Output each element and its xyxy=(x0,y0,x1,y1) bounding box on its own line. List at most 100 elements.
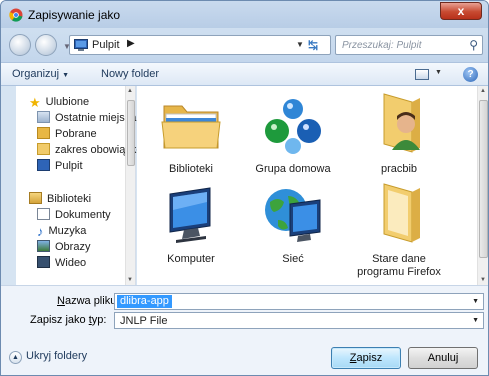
filetype-value: JNLP File xyxy=(120,315,168,327)
chevron-down-icon[interactable]: ▼ xyxy=(472,317,479,324)
sidebar-item-libraries[interactable]: Biblioteki xyxy=(29,192,91,208)
sidebar-item-label: Wideo xyxy=(55,257,87,269)
new-folder-button[interactable]: Nowy folder xyxy=(101,68,159,80)
chrome-icon xyxy=(9,8,23,22)
sidebar-item-favorites[interactable]: ★ Ulubione xyxy=(29,95,89,111)
folder-icon xyxy=(383,183,420,243)
file-list[interactable]: Biblioteki Grupa domowa pracbib Komputer… xyxy=(137,86,488,285)
breadcrumb-arrow-icon[interactable]: ▶ xyxy=(127,38,135,49)
star-icon: ★ xyxy=(29,95,41,110)
item-label: Sieć xyxy=(282,253,304,265)
search-box[interactable]: Przeszukaj: Pulpit ⚲ xyxy=(335,35,483,55)
close-button[interactable]: x xyxy=(440,2,482,20)
search-input[interactable]: Przeszukaj: Pulpit xyxy=(342,40,421,51)
downloads-folder-icon xyxy=(37,127,50,139)
command-bar: Organizuj ▼ Nowy folder ▼ ? xyxy=(1,62,488,86)
back-button[interactable] xyxy=(9,34,31,56)
sidebar-item-label: Dokumenty xyxy=(55,209,111,221)
sidebar-item-downloads[interactable]: Pobrane xyxy=(37,127,97,143)
sidebar-item-label: Obrazy xyxy=(55,241,91,253)
library-icon xyxy=(29,192,42,204)
item-label: Komputer xyxy=(167,253,215,265)
label-text: yp: xyxy=(91,314,107,326)
sidebar-item-music[interactable]: ♪ Muzyka xyxy=(37,224,86,240)
address-location[interactable]: Pulpit xyxy=(92,39,120,51)
scrollbar-thumb[interactable] xyxy=(127,100,135,166)
hide-folders-label: Ukryj foldery xyxy=(26,350,88,362)
cancel-button[interactable]: Anuluj xyxy=(408,347,478,369)
computer-icon xyxy=(169,187,211,243)
title-bar[interactable]: Zapisywanie jako x xyxy=(1,1,488,28)
dialog-footer: ▲ Ukryj foldery Zapisz Anuluj xyxy=(1,329,488,375)
accel-key: Z xyxy=(349,352,357,364)
list-item-firefox-data[interactable]: Stare dane programu Firefox xyxy=(351,180,447,279)
library-folder-icon xyxy=(161,105,221,149)
chevron-up-icon: ▲ xyxy=(9,351,22,364)
filename-field[interactable]: dlibra-app ▼ xyxy=(114,293,484,310)
homegroup-icon xyxy=(265,99,321,154)
list-item-pracbib[interactable]: pracbib xyxy=(351,90,447,176)
user-folder-icon xyxy=(383,93,420,153)
desktop-icon xyxy=(37,159,50,171)
list-item-libraries[interactable]: Biblioteki xyxy=(143,94,239,176)
address-bar[interactable]: Pulpit ▶ ▼ ↹ xyxy=(69,35,331,55)
save-fields: Nazwa pliku: dlibra-app ▼ Zapisz jako ty… xyxy=(1,285,488,329)
item-label: Biblioteki xyxy=(168,163,214,175)
filename-label: Nazwa pliku: xyxy=(57,295,119,307)
sidebar-item-desktop[interactable]: Pulpit xyxy=(37,159,83,175)
item-label: Grupa domowa xyxy=(255,163,331,175)
content-scrollbar[interactable]: ▲ ▼ xyxy=(477,86,488,285)
label-text: azwa pliku: xyxy=(64,295,120,307)
save-as-dialog: Zapisywanie jako x ▼ Pulpit ▶ ▼ ↹ Przesz… xyxy=(0,0,489,376)
search-icon[interactable]: ⚲ xyxy=(469,38,478,52)
scrollbar-thumb[interactable] xyxy=(479,100,488,258)
save-button[interactable]: Zapisz xyxy=(331,347,401,369)
address-dropdown-icon[interactable]: ▼ xyxy=(296,40,304,49)
videos-icon xyxy=(37,256,50,268)
recent-places-icon xyxy=(37,111,50,123)
item-label: pracbib xyxy=(380,163,418,175)
list-item-network[interactable]: Sieć xyxy=(245,184,341,266)
save-label: apisz xyxy=(356,352,383,364)
sidebar-item-label: Pulpit xyxy=(55,160,83,172)
label-text: Zapisz jako xyxy=(30,314,89,326)
hide-folders-button[interactable]: ▲ Ukryj foldery xyxy=(9,350,87,364)
navigation-pane[interactable]: ★ Ulubione Ostatnie miejsca Pobrane zakre… xyxy=(16,86,150,285)
music-icon: ♪ xyxy=(37,224,44,239)
sidebar-item-documents[interactable]: Dokumenty xyxy=(37,208,111,224)
accel-key: N xyxy=(57,295,65,307)
sidebar-item-pictures[interactable]: Obrazy xyxy=(37,240,90,256)
organize-menu[interactable]: Organizuj ▼ xyxy=(12,68,69,80)
sidebar-item-recent[interactable]: Ostatnie miejsca xyxy=(37,111,136,127)
network-icon xyxy=(265,189,321,242)
refresh-icon[interactable]: ↹ xyxy=(308,38,318,52)
chevron-down-icon[interactable]: ▼ xyxy=(472,298,479,305)
help-icon[interactable]: ? xyxy=(463,67,478,82)
filename-value[interactable]: dlibra-app xyxy=(117,295,172,308)
view-options-dropdown-icon[interactable]: ▼ xyxy=(435,69,442,76)
forward-button[interactable] xyxy=(35,34,57,56)
pictures-icon xyxy=(37,240,50,252)
folder-icon xyxy=(37,143,50,155)
sidebar-item-label: Biblioteki xyxy=(47,193,92,205)
sidebar-item-label: Muzyka xyxy=(48,225,87,237)
scroll-down-icon[interactable]: ▼ xyxy=(480,277,486,283)
scroll-up-icon[interactable]: ▲ xyxy=(127,88,133,94)
filetype-select[interactable]: JNLP File ▼ xyxy=(114,312,484,329)
scroll-down-icon[interactable]: ▼ xyxy=(127,277,133,283)
item-label: Stare dane programu Firefox xyxy=(357,253,441,278)
sidebar-item-label: Ulubione xyxy=(45,96,90,108)
list-item-homegroup[interactable]: Grupa domowa xyxy=(245,94,341,176)
sidebar-item-label: Pobrane xyxy=(55,128,97,140)
scroll-up-icon[interactable]: ▲ xyxy=(480,88,486,94)
chevron-down-icon: ▼ xyxy=(62,72,70,79)
window-title: Zapisywanie jako xyxy=(28,8,121,22)
change-view-icon[interactable] xyxy=(415,69,429,80)
sidebar-item-videos[interactable]: Wideo xyxy=(37,256,86,272)
filetype-label: Zapisz jako typ: xyxy=(30,314,106,326)
list-item-computer[interactable]: Komputer xyxy=(143,184,239,266)
desktop-icon xyxy=(74,39,88,51)
navpane-scrollbar[interactable]: ▲ ▼ xyxy=(125,86,135,285)
documents-icon xyxy=(37,208,50,220)
navigation-bar: ▼ Pulpit ▶ ▼ ↹ Przeszukaj: Pulpit ⚲ xyxy=(1,28,488,62)
